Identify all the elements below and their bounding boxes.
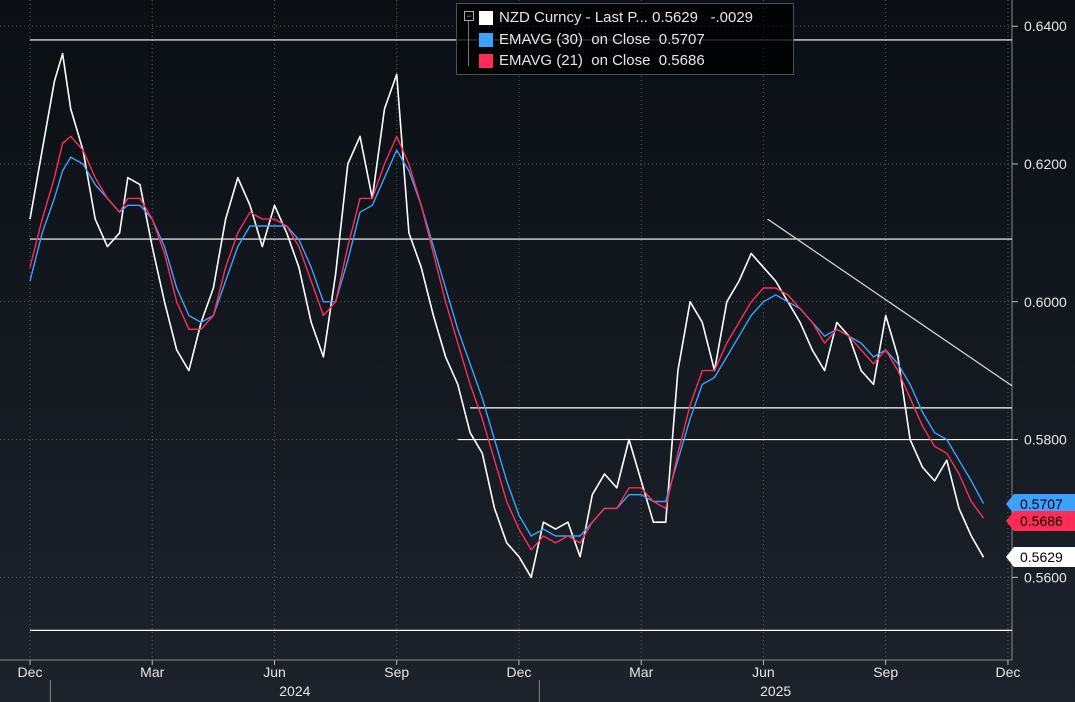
value-tag-last-price: 0.5629 — [1006, 547, 1075, 568]
legend-label: NZD Curncy - Last P... 0.5629 -.0029 — [499, 9, 754, 26]
x-tick-label: Mar — [140, 664, 164, 680]
x-tick-label: Dec — [995, 664, 1020, 680]
price-line — [29, 52, 985, 579]
y-tick-label: 0.5800 — [1024, 432, 1067, 448]
ema30-line — [29, 149, 985, 537]
legend-collapse-icon[interactable]: − — [464, 11, 474, 21]
x-tick-label: Sep — [384, 664, 409, 680]
trendline — [767, 218, 1013, 387]
y-tick-label: 0.6400 — [1024, 18, 1067, 34]
ema21-line — [29, 135, 985, 551]
legend: − NZD Curncy - Last P... 0.5629 -.0029 E… — [456, 3, 794, 75]
legend-label: EMAVG (30) on Close 0.5707 — [499, 31, 705, 48]
legend-swatch-icon — [479, 33, 493, 47]
legend-label: EMAVG (21) on Close 0.5686 — [499, 52, 705, 69]
legend-item-price[interactable]: NZD Curncy - Last P... 0.5629 -.0029 — [479, 8, 753, 28]
x-tick-label: Sep — [873, 664, 898, 680]
x-tick-label: Jun — [263, 664, 286, 680]
price-chart: 0.6400 0.6200 0.6000 0.5800 0.5600 Dec Mar Jun S… — [0, 0, 1067, 702]
value-tag-ema21: 0.5686 — [1006, 510, 1075, 531]
x-tick-label: Dec — [507, 664, 532, 680]
x-tick-label: Dec — [18, 664, 43, 680]
x-tick-label: Jun — [752, 664, 775, 680]
x-tick-label: Mar — [629, 664, 653, 680]
year-label: 2024 — [279, 683, 310, 699]
y-tick-label: 0.6000 — [1024, 294, 1067, 310]
y-tick-label: 0.5600 — [1024, 569, 1067, 585]
legend-tree-line — [468, 21, 469, 66]
legend-swatch-icon — [479, 11, 493, 25]
legend-item-ema30[interactable]: EMAVG (30) on Close 0.5707 — [479, 30, 705, 50]
legend-swatch-icon — [479, 54, 493, 68]
y-tick-label: 0.6200 — [1024, 156, 1067, 172]
year-label: 2025 — [760, 683, 791, 699]
legend-item-ema21[interactable]: EMAVG (21) on Close 0.5686 — [479, 51, 705, 71]
chart-root: 0.6400 0.6200 0.6000 0.5800 0.5600 Dec Mar Jun S… — [0, 0, 1075, 702]
